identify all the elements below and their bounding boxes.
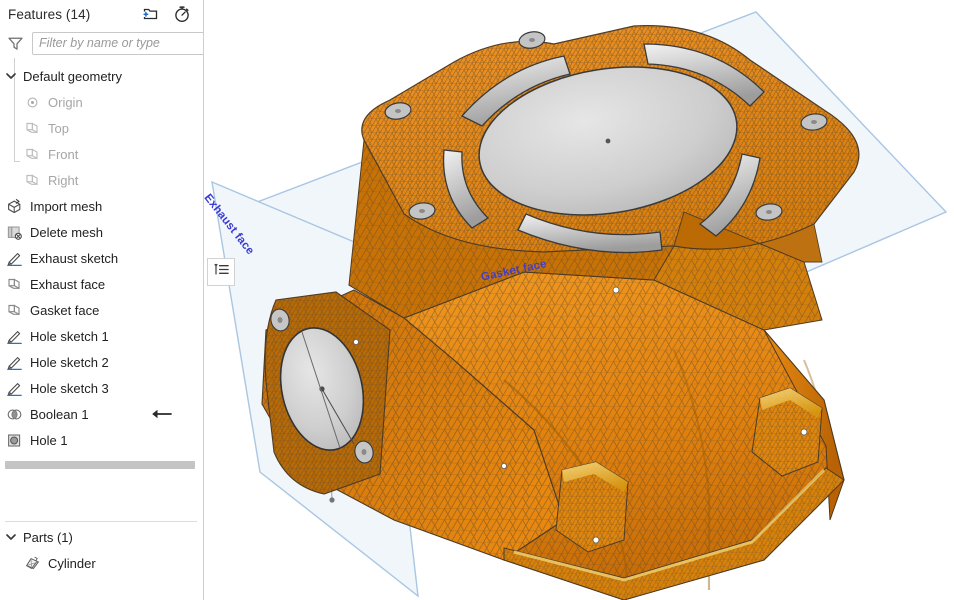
tree-item-label: Default geometry [23, 68, 122, 84]
boolean-icon [6, 406, 23, 423]
sketch-pencil-icon [6, 328, 23, 345]
search-input[interactable] [32, 31, 203, 55]
tree-item-label: Front [48, 146, 79, 162]
tree-item-boolean-1[interactable]: Boolean 1 [0, 401, 203, 427]
page-title: Features (14) [8, 6, 91, 22]
cad-application-window: Features (14) Filter by name or type Def… [0, 0, 954, 600]
tree-item-gasket-face[interactable]: Gasket face [0, 297, 203, 323]
tree-item-front[interactable]: Front [0, 141, 203, 167]
tree-item-right[interactable]: Right [0, 167, 203, 193]
tree-item-label: Exhaust face [30, 276, 106, 292]
tree-item-import-mesh[interactable]: Import mesh [0, 193, 203, 219]
3d-scene[interactable] [204, 0, 954, 600]
3d-viewport[interactable]: Exhaust face Gasket face [204, 0, 954, 600]
tree-item-default-geometry[interactable]: Default geometry [0, 63, 203, 89]
tree-item-label: Hole sketch 1 [30, 328, 109, 344]
part-solid-icon [24, 555, 41, 572]
plane-icon [24, 120, 41, 137]
plane-icon [24, 146, 41, 163]
plane-icon [6, 276, 23, 293]
new-folder-icon[interactable] [142, 5, 160, 23]
tree-item-hole-sketch-3[interactable]: Hole sketch 3 [0, 375, 203, 401]
hole-icon [6, 432, 23, 449]
tree-item-exhaust-sketch[interactable]: Exhaust sketch [0, 245, 203, 271]
feature-tree-panel: Features (14) Filter by name or type Def… [0, 0, 204, 600]
list-outline-icon [213, 261, 230, 283]
tree-item-label: Right [48, 172, 79, 188]
tree-item-top[interactable]: Top [0, 115, 203, 141]
plane-icon [6, 302, 23, 319]
parts-group-header[interactable]: Parts (1) [0, 524, 203, 550]
parts-group-label: Parts (1) [23, 529, 73, 545]
origin-point-icon [24, 94, 41, 111]
tree-item-label: Boolean 1 [30, 406, 89, 422]
rollback-pointer-icon [150, 408, 172, 420]
import-mesh-icon [6, 198, 23, 215]
parts-item-cylinder[interactable]: Cylinder [0, 550, 203, 576]
sketch-pencil-icon [6, 380, 23, 397]
tree-item-delete-mesh[interactable]: Delete mesh [0, 219, 203, 245]
filter-row [0, 28, 203, 58]
plane-icon [24, 172, 41, 189]
tree-item-label: Hole sketch 3 [30, 380, 109, 396]
delete-mesh-icon [6, 224, 23, 241]
sketch-pencil-icon [6, 250, 23, 267]
feature-tree: Default geometry Origin Top Front Right … [0, 58, 203, 453]
tree-item-origin[interactable]: Origin [0, 89, 203, 115]
parts-item-label: Cylinder [48, 555, 96, 571]
chevron-down-icon[interactable] [4, 530, 18, 544]
section-divider [5, 521, 197, 522]
tree-item-hole-sketch-1[interactable]: Hole sketch 1 [0, 323, 203, 349]
panel-header-icons [142, 5, 195, 23]
tree-item-exhaust-face[interactable]: Exhaust face [0, 271, 203, 297]
feature-list-toggle[interactable] [207, 258, 235, 286]
funnel-icon[interactable] [7, 35, 24, 52]
tree-item-label: Import mesh [30, 198, 103, 214]
tree-item-hole-sketch-2[interactable]: Hole sketch 2 [0, 349, 203, 375]
panel-header: Features (14) [0, 0, 203, 28]
tree-item-label: Exhaust sketch [30, 250, 119, 266]
chevron-down-icon[interactable] [4, 69, 18, 83]
tree-item-hole-1[interactable]: Hole 1 [0, 427, 203, 453]
tree-item-label: Top [48, 120, 69, 136]
tree-item-label: Hole 1 [30, 432, 68, 448]
parts-section: Parts (1) Cylinder [0, 524, 203, 576]
tree-item-label: Delete mesh [30, 224, 103, 240]
exhaust-port-flange[interactable] [264, 291, 391, 495]
sketch-pencil-icon [6, 354, 23, 371]
history-timer-icon[interactable] [173, 5, 191, 23]
rollback-bar[interactable] [5, 461, 195, 469]
tree-item-label: Gasket face [30, 302, 100, 318]
tree-item-label: Hole sketch 2 [30, 354, 109, 370]
tree-item-label: Origin [48, 94, 83, 110]
